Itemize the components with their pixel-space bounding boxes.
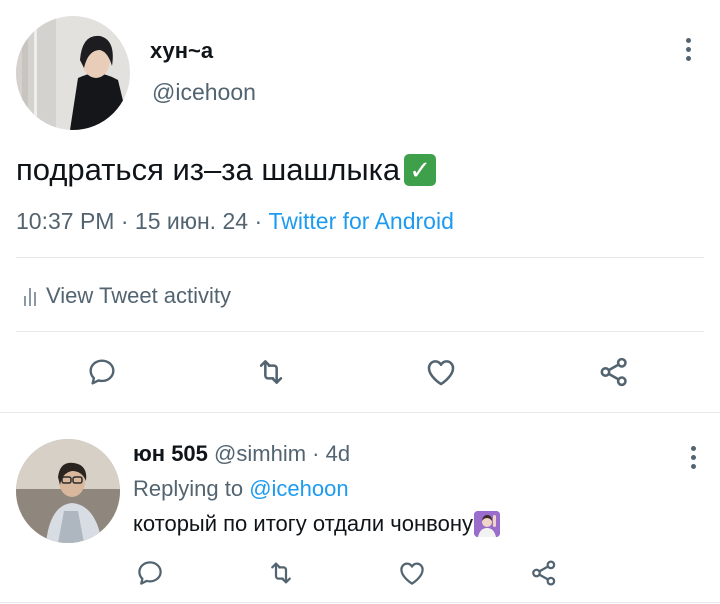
meta-separator: · — [120, 208, 129, 234]
retweet-button[interactable] — [249, 350, 293, 394]
more-icon[interactable] — [689, 446, 697, 469]
reply-text-content: который по итогу отдали чонвону — [133, 511, 473, 536]
more-dot — [685, 56, 691, 61]
reply-like-button[interactable] — [395, 556, 429, 590]
tweet-date[interactable]: 15 июн. 24 — [135, 208, 248, 234]
author-avatar-image — [16, 16, 130, 130]
like-icon — [427, 360, 455, 386]
reply-retweet-button[interactable] — [264, 556, 298, 590]
share-icon — [532, 560, 556, 586]
reply-button[interactable] — [80, 350, 124, 394]
reply-age: 4d — [325, 441, 351, 466]
more-icon[interactable] — [684, 38, 692, 61]
person-raising-hand-emoji-icon — [473, 511, 500, 537]
tweet-text: подраться из–за шашлыка ✓ — [16, 152, 437, 188]
reply-icon — [89, 359, 115, 385]
reply-display-name[interactable]: юн 505 — [133, 441, 208, 466]
reply-icon — [138, 561, 162, 585]
replying-to: Replying to @icehoon — [133, 476, 349, 502]
retweet-icon — [259, 360, 283, 384]
author-avatar[interactable] — [16, 16, 130, 130]
more-dot — [685, 38, 691, 43]
bar-chart-icon — [24, 286, 36, 306]
section-divider — [0, 602, 720, 603]
replying-prefix: Replying to — [133, 476, 244, 501]
share-button[interactable] — [592, 350, 636, 394]
like-icon — [400, 562, 424, 585]
retweet-icon — [271, 562, 291, 584]
reply-share-button[interactable] — [527, 556, 561, 590]
tweet-source-link[interactable]: Twitter for Android — [269, 208, 454, 234]
more-dot — [690, 446, 696, 451]
reply-header: юн 505 @simhim · 4d — [133, 441, 350, 467]
reply-author-avatar[interactable] — [16, 439, 120, 543]
divider — [16, 331, 704, 332]
section-divider — [0, 412, 720, 413]
meta-separator: · — [254, 208, 263, 234]
reply-reply-button[interactable] — [133, 556, 167, 590]
author-display-name[interactable]: хун~а — [150, 38, 213, 64]
view-activity-label: View Tweet activity — [46, 283, 232, 308]
reply-handle[interactable]: @simhim — [214, 441, 306, 466]
tweet-time: 10:37 PM — [16, 208, 115, 234]
author-handle[interactable]: @icehoon — [152, 79, 256, 106]
like-button[interactable] — [419, 350, 463, 394]
reply-text: который по итогу отдали чонвону — [133, 511, 500, 537]
tweet-text-content: подраться из–за шашлыка — [16, 152, 401, 187]
divider — [16, 257, 704, 258]
reply-avatar-image — [16, 439, 120, 543]
more-dot — [690, 455, 696, 460]
more-dot — [690, 464, 696, 469]
replying-mention-link[interactable]: @icehoon — [249, 476, 348, 501]
check-mark-emoji-icon: ✓ — [404, 154, 437, 186]
tweet-meta: 10:37 PM · 15 июн. 24 · Twitter for Andr… — [16, 208, 454, 235]
reply-separator: · — [312, 441, 320, 466]
more-dot — [685, 47, 691, 52]
view-activity-link[interactable]: View Tweet activity — [24, 283, 231, 309]
person-raising-hand-emoji-graphic — [473, 511, 500, 537]
share-icon — [600, 357, 627, 387]
